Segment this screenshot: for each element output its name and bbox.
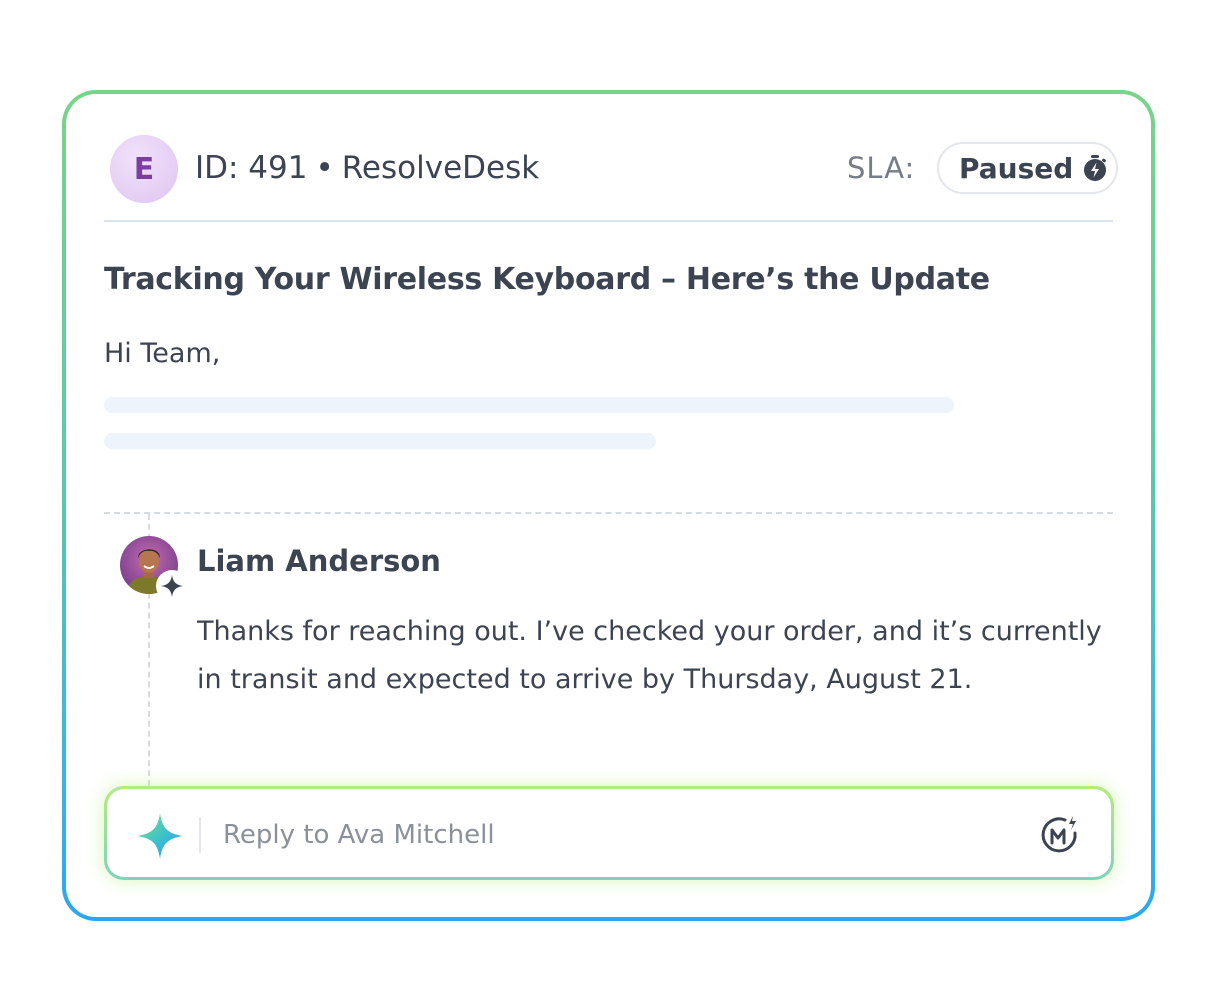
agent-name: Liam Anderson	[197, 544, 441, 578]
agent-message: Thanks for reaching out. I’ve checked yo…	[197, 616, 1102, 695]
sla-label: SLA:	[847, 151, 916, 185]
email-greeting: Hi Team,	[104, 338, 221, 369]
requester-avatar: E	[110, 135, 178, 203]
reply-composer[interactable]	[104, 786, 1114, 880]
agent-avatar[interactable]	[120, 536, 188, 602]
desk-name: ResolveDesk	[341, 150, 540, 186]
email-subject: Tracking Your Wireless Keyboard – Here’s…	[104, 262, 990, 297]
composer-divider	[199, 817, 201, 853]
ticket-card-frame: E ID: 491 • ResolveDesk SLA: Paused Tracki…	[62, 90, 1155, 921]
thread-separator	[104, 512, 1113, 514]
sla-status-text: Paused	[959, 151, 1074, 185]
reply-input[interactable]	[221, 811, 1001, 859]
email-body-placeholder-line	[104, 397, 954, 413]
header-divider	[104, 220, 1113, 222]
ticket-header-title: ID: 491 • ResolveDesk	[195, 146, 539, 190]
sparkle-icon	[137, 813, 183, 859]
ai-sparkle-badge-icon	[156, 570, 188, 602]
ai-assist-icon[interactable]	[1039, 813, 1083, 857]
ticket-id: ID: 491	[195, 150, 308, 186]
ticket-card: E ID: 491 • ResolveDesk SLA: Paused Tracki…	[66, 94, 1151, 917]
sla-status-badge[interactable]: Paused	[937, 142, 1118, 194]
email-body-placeholder-line	[104, 433, 656, 449]
paused-timer-icon	[1081, 154, 1109, 182]
separator-dot: •	[315, 150, 334, 186]
